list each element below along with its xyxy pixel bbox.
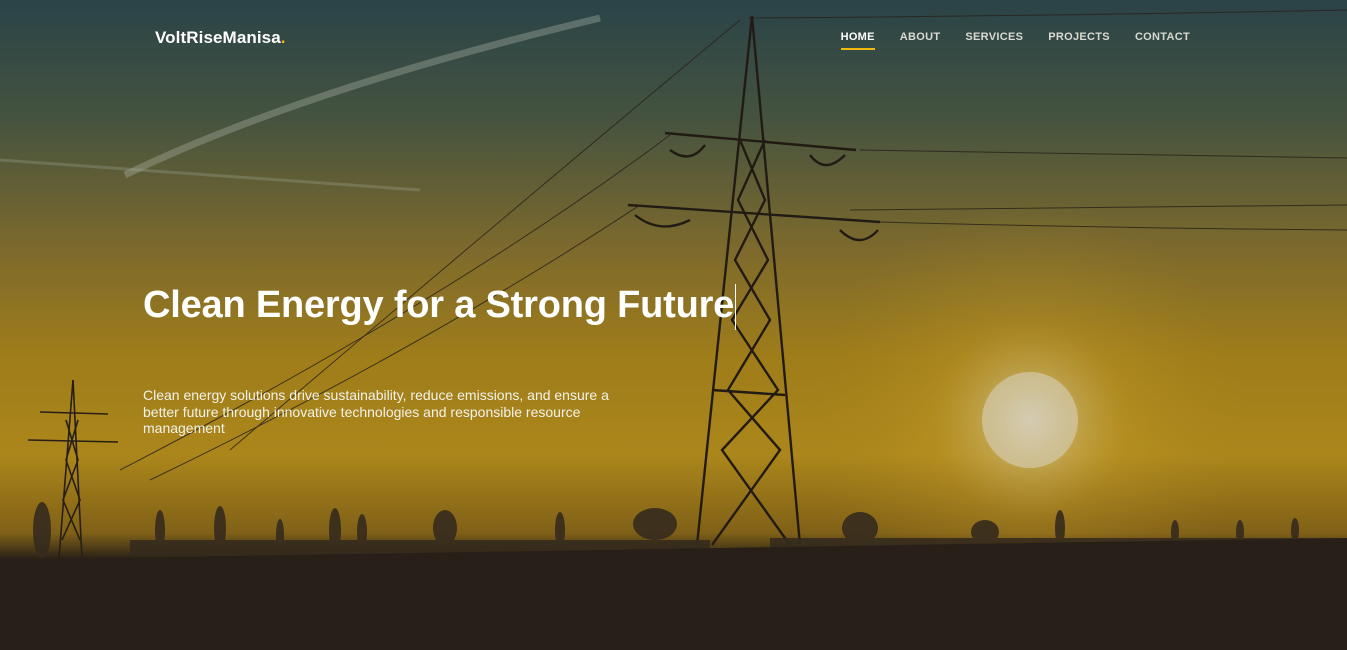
nav-menu: HOME ABOUT SERVICES PROJECTS CONTACT — [816, 31, 1190, 50]
nav-item-services[interactable]: SERVICES — [965, 31, 1023, 49]
nav-item-contact[interactable]: CONTACT — [1135, 31, 1190, 49]
nav-item-projects[interactable]: PROJECTS — [1048, 31, 1110, 49]
typing-cursor — [735, 284, 737, 330]
brand-dot: . — [280, 28, 286, 47]
brand-logo[interactable]: VoltRiseManisa. — [155, 28, 286, 48]
nav-item-about[interactable]: ABOUT — [900, 31, 941, 49]
hero-section: VoltRiseManisa. HOME ABOUT SERVICES PROJ… — [0, 0, 1347, 650]
hero-description: Clean energy solutions drive sustainabil… — [143, 387, 609, 436]
nav-item-home[interactable]: HOME — [840, 31, 875, 50]
navbar: VoltRiseManisa. HOME ABOUT SERVICES PROJ… — [0, 0, 1347, 75]
brand-name: VoltRiseManisa — [155, 28, 281, 47]
hero-headline-text: Clean Energy for a Strong Future — [143, 284, 735, 327]
hero-headline: Clean Energy for a Strong Future — [143, 284, 737, 330]
